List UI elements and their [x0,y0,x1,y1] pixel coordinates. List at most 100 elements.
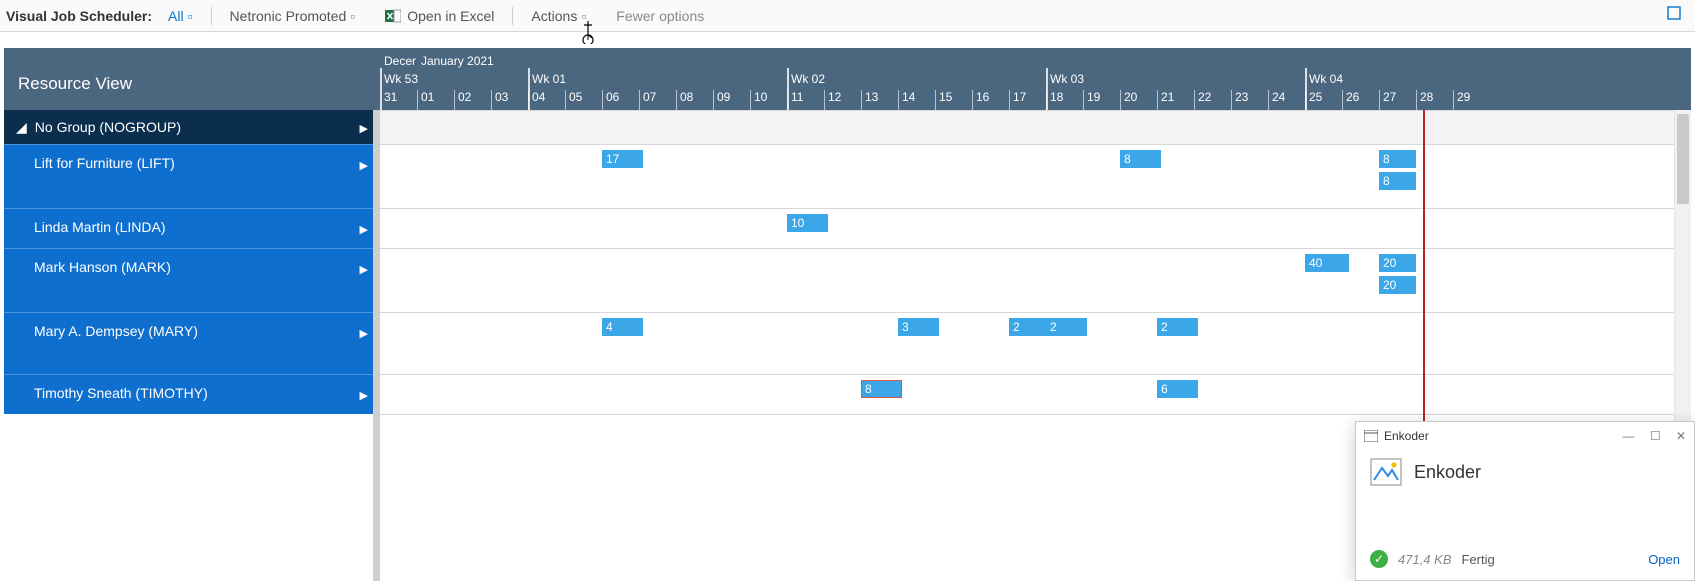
task-bar[interactable]: 6 [1157,380,1198,398]
day-label: 12 [828,90,841,104]
sidebar-item-linda[interactable]: Linda Martin (LINDA) ▶ [4,208,380,248]
sidebar-item-label: Timothy Sneath (TIMOTHY) [34,385,208,401]
separator [512,7,513,25]
filter-all[interactable]: All ▫ [162,8,199,24]
actions-label: Actions [531,8,577,24]
fewer-options-button[interactable]: Fewer options [610,8,710,24]
sidebar-group-nogroup[interactable]: ◢ No Group (NOGROUP) ▶ [4,110,380,144]
page-title: Visual Job Scheduler: [6,8,162,24]
day-label: 18 [1050,90,1063,104]
maximize-button[interactable]: ☐ [1650,429,1661,443]
sidebar-item-timothy[interactable]: Timothy Sneath (TIMOTHY) ▶ [4,374,380,414]
timeline-header: DecerJanuary 2021 Wk 53Wk 01Wk 02Wk 03Wk… [380,48,1691,110]
day-label: 17 [1013,90,1026,104]
scrollbar-thumb[interactable] [1677,114,1689,204]
task-bar[interactable]: 2 [1157,318,1198,336]
sidebar-item-label: Mary A. Dempsey (MARY) [34,323,198,339]
filter-all-label: All [168,8,184,24]
week-label: Wk 03 [1050,72,1084,86]
task-bar[interactable]: 8 [1379,150,1416,168]
sidebar-item-mark[interactable]: Mark Hanson (MARK)▶ [4,248,380,312]
cursor-icon [582,20,602,44]
task-bar[interactable]: 8 [861,380,902,398]
day-label: 01 [421,90,434,104]
chevron-down-icon: ▫ [581,8,586,24]
actions-menu[interactable]: Actions ▫ [525,8,592,24]
open-in-excel-label: Open in Excel [407,8,494,24]
sidebar-title: Resource View [4,48,380,110]
day-label: 24 [1272,90,1285,104]
task-bar[interactable]: 4 [602,318,643,336]
day-label: 11 [791,90,803,104]
chevron-right-icon: ▶ [360,122,368,135]
task-bar[interactable]: 20 [1379,276,1416,294]
sidebar-item-mary[interactable]: Mary A. Dempsey (MARY)▶ [4,312,380,374]
minimize-button[interactable]: — [1622,429,1634,443]
netronic-promoted-menu[interactable]: Netronic Promoted ▫ [224,8,362,24]
task-bar[interactable]: 10 [787,214,828,232]
open-link[interactable]: Open [1648,552,1680,567]
download-notification: Enkoder — ☐ ✕ Enkoder ✓ 471,4 KB Fertig … [1355,421,1695,581]
task-bar[interactable]: 2 [1009,318,1050,336]
chevron-down-icon: ▫ [188,8,193,24]
day-label: 06 [606,90,619,104]
chevron-right-icon: ▶ [360,263,368,276]
day-label: 10 [754,90,767,104]
task-bar[interactable]: 20 [1379,254,1416,272]
success-icon: ✓ [1370,550,1388,568]
grid-row-lift [380,144,1691,208]
day-label: 04 [532,90,545,104]
chevron-right-icon: ▶ [360,389,368,402]
day-label: 28 [1420,90,1433,104]
notif-window-title: Enkoder [1384,429,1429,443]
sidebar-item-label: Lift for Furniture (LIFT) [34,155,175,171]
day-label: 27 [1383,90,1396,104]
grid-row-linda [380,208,1691,248]
week-label: Wk 53 [384,72,418,86]
day-label: 05 [569,90,582,104]
sidebar-item-lift[interactable]: Lift for Furniture (LIFT) ▶ [4,144,380,208]
day-label: 13 [865,90,878,104]
collapse-icon: ◢ [16,119,27,136]
task-bar[interactable]: 40 [1305,254,1349,272]
day-label: 03 [495,90,508,104]
week-label: Wk 02 [791,72,825,86]
notif-status: Fertig [1462,552,1495,567]
task-bar[interactable]: 3 [898,318,939,336]
grid-group-row [380,110,1691,144]
task-bar[interactable]: 8 [1379,172,1416,190]
sidebar-scroll-gutter [373,110,380,581]
expand-icon[interactable] [1667,6,1681,23]
grid-row-mark [380,248,1691,312]
task-bar[interactable]: 17 [602,150,643,168]
day-label: 25 [1309,90,1322,104]
month-label: January 2021 [421,54,494,68]
day-label: 09 [717,90,730,104]
day-label: 08 [680,90,693,104]
close-button[interactable]: ✕ [1676,429,1686,443]
day-label: 02 [458,90,471,104]
month-label: Decer [384,54,416,68]
notif-titlebar[interactable]: Enkoder — ☐ ✕ [1356,422,1694,450]
day-label: 19 [1087,90,1100,104]
task-bar[interactable]: 8 [1120,150,1161,168]
open-in-excel-button[interactable]: Open in Excel [379,8,500,24]
day-label: 07 [643,90,656,104]
separator [211,7,212,25]
day-label: 21 [1161,90,1174,104]
day-label: 23 [1235,90,1248,104]
day-label: 31 [384,90,397,104]
chevron-right-icon: ▶ [360,223,368,236]
chevron-down-icon: ▫ [350,8,355,24]
chevron-right-icon: ▶ [360,159,368,172]
sidebar: Resource View ◢ No Group (NOGROUP) ▶ Lif… [4,48,380,581]
notif-title: Enkoder [1414,462,1481,483]
window-icon [1364,430,1378,442]
command-bar: Visual Job Scheduler: All ▫ Netronic Pro… [0,0,1695,32]
task-bar[interactable]: 2 [1046,318,1087,336]
day-label: 29 [1457,90,1470,104]
day-label: 14 [902,90,915,104]
sidebar-item-label: Linda Martin (LINDA) [34,219,166,235]
day-label: 26 [1346,90,1359,104]
excel-icon [385,8,401,24]
